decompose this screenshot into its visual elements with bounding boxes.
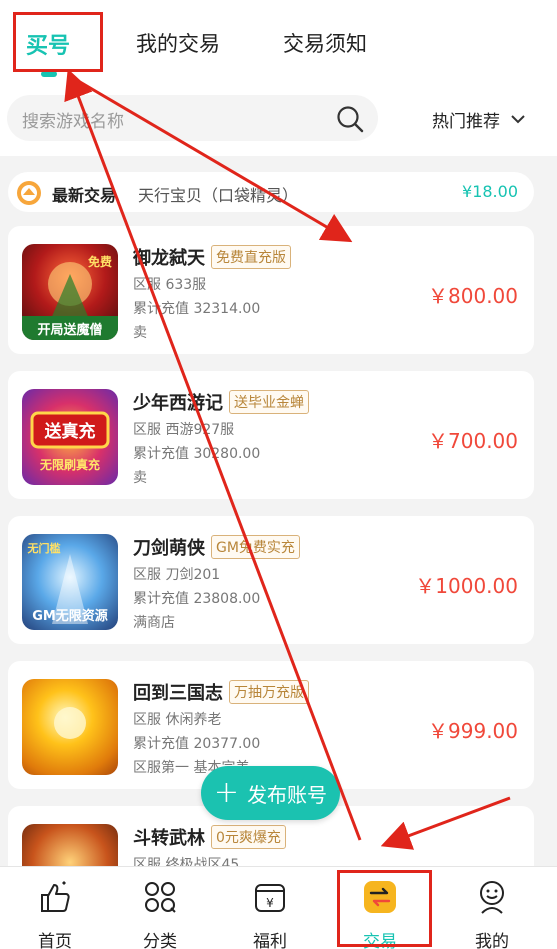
nav-label: 分类 [143,932,177,949]
bottom-nav: 首页 分类 ¥ 福利 交易 我的 [0,866,557,949]
listing-title-row: 刀剑萌侠 GM免费实充 [133,534,300,560]
trade-icon [364,881,396,913]
profile-icon [480,881,504,914]
server-info: 区服 刀剑201 [133,567,221,583]
listing-price: ￥1000.00 [415,574,518,598]
ticker-price: ¥18.00 [462,182,518,201]
nav-welfare[interactable]: ¥ 福利 [215,867,325,949]
game-art: 开局送魔僧 免费 [22,254,118,340]
listing-price: ￥700.00 [428,429,518,453]
listing-title-row: 斗转武林 0元爽爆充 [133,824,286,850]
server-info: 区服 休闲养老 [133,712,222,728]
sort-dropdown[interactable]: 热门推荐 [432,106,526,132]
nav-label: 福利 [253,932,287,949]
active-tab-indicator [41,71,57,77]
ticker-text: 天行宝贝（口袋精灵） [138,186,299,205]
promo-tag: 万抽万充版 [229,680,309,704]
nav-label: 首页 [38,932,72,949]
game-name: 刀剑萌侠 [133,538,205,559]
search-placeholder: 搜索游戏名称 [22,112,124,132]
game-art [54,707,86,739]
svg-text:¥: ¥ [266,896,274,910]
thumbnail-top-caption: 免费 [88,254,112,269]
tab-my-trades[interactable]: 我的交易 [136,28,220,58]
nav-trade[interactable]: 交易 [325,867,435,949]
game-name: 回到三国志 [133,683,223,704]
listing-card[interactable]: 开局送魔僧 免费 御龙弑天 免费直充版 区服 633服 累计充值 32314.0… [8,226,534,354]
recharge-info: 累计充值 32314.00 [133,301,261,317]
nav-label: 我的 [475,932,509,949]
sort-label: 热门推荐 [432,111,500,132]
search-row: 搜索游戏名称 热门推荐 [0,88,557,156]
game-art: GM无限资源 无门槛 [27,541,108,624]
thumbnail-caption: 送真充 [45,421,96,442]
recharge-info: 累计充值 30280.00 [133,446,261,462]
nav-mine[interactable]: 我的 [437,867,547,949]
game-name: 御龙弑天 [133,248,205,269]
listing-note: 卖 [133,470,147,486]
top-tab-bar: 买号 我的交易 交易须知 [0,0,557,88]
thumbs-up-icon [41,881,70,912]
listing-title-row: 少年西游记 送毕业金蝉 [133,389,309,415]
promo-tag: 送毕业金蝉 [229,390,309,414]
plus-icon: + [213,775,240,810]
gift-icon: ¥ [255,884,285,912]
recharge-info: 累计充值 20377.00 [133,736,261,752]
recharge-info: 累计充值 23808.00 [133,591,261,607]
game-name: 少年西游记 [133,393,223,414]
game-name: 斗转武林 [133,828,205,849]
latest-trade-ticker[interactable]: 最新交易 天行宝贝（口袋精灵） ¥18.00 [8,172,534,212]
search-input[interactable]: 搜索游戏名称 [7,95,378,141]
game-art: 送真充 无限刷真充 [30,411,110,472]
trade-bell-icon [17,181,41,205]
thumbnail-caption: GM无限资源 [32,608,108,624]
nav-label: 交易 [363,932,397,949]
listing-card[interactable]: GM无限资源 无门槛 刀剑萌侠 GM免费实充 区服 刀剑201 累计充值 238… [8,516,534,644]
publish-account-label: 发布账号 [247,782,328,807]
promo-tag: 0元爽爆充 [211,825,286,849]
tab-buy-account[interactable]: 买号 [26,28,70,60]
listing-title-row: 御龙弑天 免费直充版 [133,244,291,270]
listing-price: ￥999.00 [428,719,518,743]
chevron-down-icon [511,115,525,124]
game-thumbnail: 送真充 无限刷真充 [22,389,118,485]
game-thumbnail: GM无限资源 无门槛 [22,534,118,630]
listing-price: ￥800.00 [428,284,518,308]
listing-note: 满商店 [133,615,175,631]
ticker-title: 最新交易 [52,186,117,205]
listing-title-row: 回到三国志 万抽万充版 [133,679,309,705]
promo-tag: 免费直充版 [211,245,291,269]
listing-card[interactable]: 送真充 无限刷真充 少年西游记 送毕业金蝉 区服 西游927服 累计充值 302… [8,371,534,499]
thumbnail-top-caption: 无门槛 [27,541,61,555]
nav-home[interactable]: 首页 [0,867,110,949]
listing-note: 卖 [133,325,147,341]
server-info: 区服 西游927服 [133,422,235,438]
server-info: 区服 633服 [133,277,207,293]
thumbnail-caption: 开局送魔僧 [37,322,102,338]
publish-account-button[interactable]: + 发布账号 [201,766,340,820]
thumbnail-top-caption: 无限刷真充 [39,457,100,472]
promo-tag: GM免费实充 [211,535,300,559]
grid-icon [145,882,176,913]
game-thumbnail [22,679,118,775]
tab-trade-notice[interactable]: 交易须知 [283,28,367,58]
search-icon[interactable] [335,104,365,134]
game-thumbnail: 开局送魔僧 免费 [22,244,118,340]
nav-category[interactable]: 分类 [105,867,215,949]
